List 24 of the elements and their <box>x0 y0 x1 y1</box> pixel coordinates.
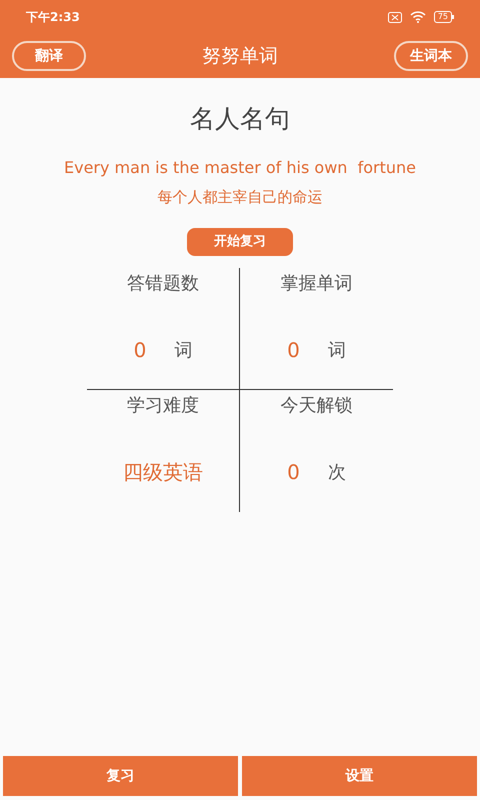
stat-unit: 次 <box>328 460 346 484</box>
app-title: 努努单词 <box>202 44 278 69</box>
stat-label: 学习难度 <box>127 394 199 418</box>
sim-icon <box>388 12 402 22</box>
translate-button[interactable]: 翻译 <box>12 41 86 71</box>
quote-english: Every man is the master of his own fortune <box>64 156 416 178</box>
start-review-button[interactable]: 开始复习 <box>187 228 293 256</box>
stat-unit: 词 <box>174 338 192 362</box>
bottom-tab-button[interactable]: 复习 <box>3 756 238 796</box>
status-time: 下午2:33 <box>26 9 80 26</box>
battery-icon: 75 <box>434 11 454 23</box>
quote-chinese: 每个人都主宰自己的命运 <box>158 186 322 208</box>
stat-unit: 词 <box>328 338 346 362</box>
stat-value: 0 <box>287 459 300 486</box>
stat-label: 掌握单词 <box>280 272 352 296</box>
wifi-icon <box>410 11 426 23</box>
stat-value: 0 <box>134 337 146 364</box>
stat-value: 四级英语 <box>123 459 203 486</box>
stat-value: 0 <box>287 337 300 364</box>
stat-label: 答错题数 <box>127 272 199 296</box>
stat-label: 今天解锁 <box>280 394 352 418</box>
quote-heading: 名人名句 <box>190 103 290 135</box>
vocabulary-button[interactable]: 生词本 <box>394 41 468 71</box>
bottom-tab-button[interactable]: 设置 <box>242 756 477 796</box>
